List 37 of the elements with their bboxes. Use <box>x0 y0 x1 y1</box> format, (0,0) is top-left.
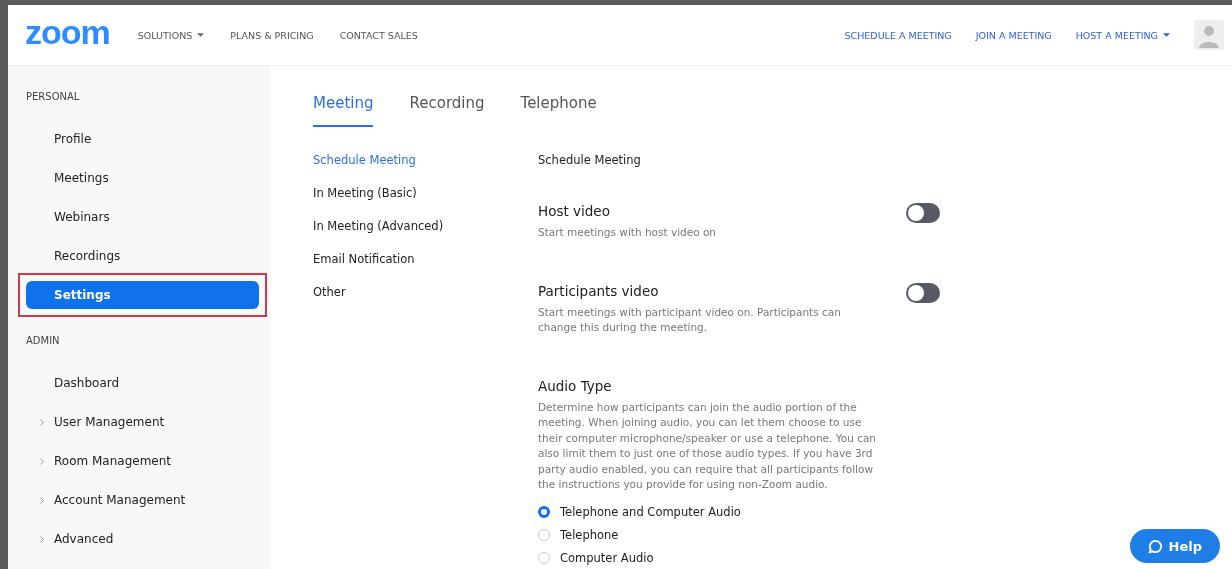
sidebar-item[interactable]: Settings <box>18 273 267 317</box>
section-heading: ADMIN <box>25 335 61 346</box>
subnav-link[interactable]: Schedule Meeting <box>313 153 538 167</box>
subnav-link[interactable]: Email Notification <box>313 252 538 266</box>
setting-description: Start meetings with host video on <box>538 225 717 240</box>
nav-link[interactable]: SCHEDULE A MEETING <box>844 29 952 41</box>
setting-description: Start meetings with participant video on. Participants can change this during the meeting. <box>538 304 842 335</box>
caret-icon <box>1163 33 1170 37</box>
chat-bubble-icon <box>1147 538 1163 554</box>
chevron-icon <box>40 457 44 465</box>
setting-title: Host video <box>538 203 611 219</box>
setting-title: Participants video <box>538 282 660 299</box>
setting-description: Determine how participants can join the audio portion of the meeting. When joining audio, you can let them choose to use their computer microphone/speaker or use a telephone. You can also limit them to just one of those audio types. If you have 3rd party audio enabled, you can require that all participants follow the instructions you provide for using non-Zoom audio. <box>538 399 877 492</box>
chevron-icon <box>40 535 44 543</box>
nav-link[interactable]: PLANS & PRICING <box>230 29 314 41</box>
subnav-link[interactable]: In Meeting (Basic) <box>313 186 538 200</box>
radio-option[interactable]: Computer Audio <box>538 550 878 565</box>
toggle-switch[interactable] <box>906 203 940 223</box>
toggle-switch[interactable] <box>906 282 940 303</box>
tab[interactable]: Recording <box>409 94 485 127</box>
nav-link[interactable]: HOST A MEETING <box>1075 29 1170 41</box>
chevron-icon <box>40 496 44 504</box>
tab[interactable]: Telephone <box>520 94 597 127</box>
setting-title: Audio Type <box>538 377 613 394</box>
caret-icon <box>197 33 205 37</box>
nav-link[interactable]: JOIN A MEETING <box>975 29 1052 41</box>
nav-link[interactable]: SOLUTIONS <box>137 29 205 41</box>
radio-option[interactable]: Telephone and Computer Audio <box>538 504 878 519</box>
nav-link[interactable]: CONTACT SALES <box>339 29 418 41</box>
section-heading: PERSONAL <box>25 91 81 102</box>
radio-option[interactable]: Telephone <box>538 527 878 542</box>
tab[interactable]: Meeting <box>313 94 374 127</box>
chevron-icon <box>40 418 44 426</box>
section-title: Schedule Meeting <box>538 153 642 167</box>
subnav-link[interactable]: Other <box>313 285 538 299</box>
subnav-link[interactable]: In Meeting (Advanced) <box>313 219 538 233</box>
help-button[interactable]: Help <box>1129 529 1220 563</box>
